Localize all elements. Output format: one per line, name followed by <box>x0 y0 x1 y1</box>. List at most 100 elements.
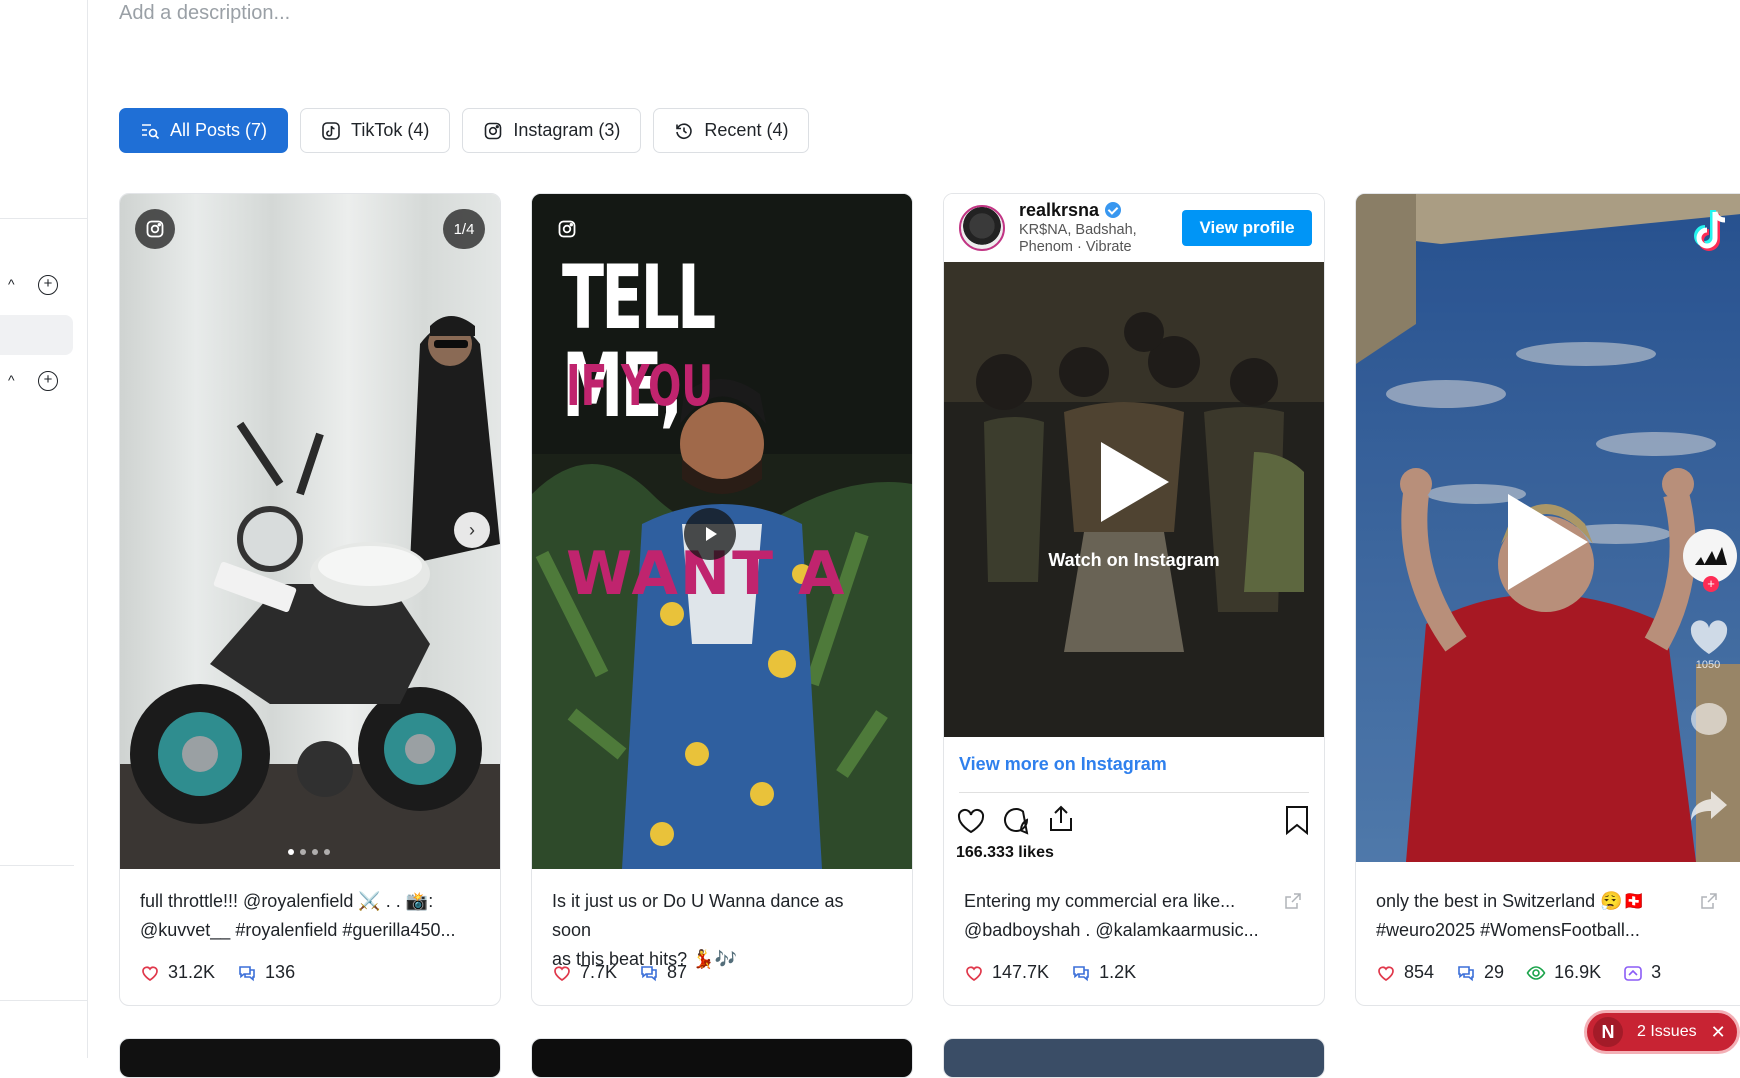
adidas-logo-icon <box>1695 547 1727 565</box>
share-icon <box>1624 965 1642 981</box>
profile-handle[interactable]: realkrsna <box>1019 200 1122 221</box>
post-media[interactable]: 1/4 › <box>120 194 500 869</box>
post-card[interactable]: TELL ME, IF YOU WANT A Is it just us or … <box>531 193 913 1006</box>
carousel-counter: 1/4 <box>443 209 485 249</box>
post-caption: Is it just us or Do U Wanna dance as soo… <box>552 887 882 974</box>
post-card[interactable] <box>119 1038 501 1078</box>
carousel-dot[interactable] <box>288 849 294 855</box>
caption-line: #weuro2025 #WomensFootball... <box>1376 920 1640 940</box>
post-stats: 854 29 16.9K 3 <box>1376 962 1661 983</box>
tiktok-logo-icon <box>1694 210 1726 251</box>
caption-line: @badboyshah . @kalamkaarmusic... <box>964 920 1259 940</box>
play-icon <box>706 527 717 541</box>
heart-icon <box>142 965 158 981</box>
issues-avatar: N <box>1593 1017 1623 1047</box>
likes-stat: 7.7K <box>552 962 617 983</box>
video-overlay-subtitle: IF YOU <box>566 354 714 419</box>
sidebar-active-item[interactable] <box>0 315 73 355</box>
post-card[interactable] <box>943 1038 1325 1078</box>
comments-stat: 87 <box>639 962 687 983</box>
comments-icon <box>239 965 255 981</box>
add-circle-icon[interactable]: + <box>38 275 58 295</box>
divider <box>959 792 1309 793</box>
sidebar-divider <box>0 1000 88 1001</box>
add-circle-icon[interactable]: + <box>38 371 58 391</box>
instagram-badge-icon <box>135 209 175 249</box>
tab-instagram[interactable]: Instagram (3) <box>462 108 642 153</box>
comment-icon[interactable] <box>1689 701 1729 739</box>
follow-plus-icon[interactable]: + <box>1703 576 1719 592</box>
caption-line: Entering my commercial era like... <box>964 891 1236 911</box>
embed-header: realkrsna KR$NA, Badshah, Phenom · Vibra… <box>944 194 1324 262</box>
tab-tiktok[interactable]: TikTok (4) <box>300 108 451 153</box>
instagram-badge-icon <box>547 209 587 249</box>
embed-video[interactable]: Watch on Instagram <box>944 262 1324 737</box>
tiktok-like-count: 1050 <box>1695 659 1721 671</box>
embed-actions <box>956 802 1312 838</box>
comment-icon[interactable] <box>1001 806 1031 836</box>
post-card[interactable]: 1/4 › full throttle!!! @royalenfield ⚔️ … <box>119 193 501 1006</box>
comments-icon <box>1458 965 1474 981</box>
post-card[interactable] <box>531 1038 913 1078</box>
likes-count: 147.7K <box>992 962 1050 982</box>
chevron-up-icon[interactable]: ^ <box>8 276 28 296</box>
sidebar: ^ + ^ + <box>0 0 88 1058</box>
profile-subtitle: KR$NA, Badshah, Phenom · Vibrate <box>1019 222 1137 255</box>
tab-all-posts[interactable]: All Posts (7) <box>119 108 289 153</box>
history-icon <box>676 122 693 139</box>
sidebar-section-2: ^ + <box>0 368 88 398</box>
comments-icon <box>641 965 657 981</box>
close-icon[interactable]: ✕ <box>1711 1022 1726 1043</box>
likes-count: 854 <box>1404 962 1435 982</box>
caption-line: only the best in Switzerland 😮‍💨🇨🇭 <box>1376 891 1645 911</box>
tiktok-icon <box>322 121 340 140</box>
comments-stat: 1.2K <box>1071 962 1136 983</box>
video-frame <box>944 262 1324 737</box>
bookmark-icon[interactable] <box>1282 804 1312 836</box>
post-media[interactable]: + 1050 <box>1356 194 1740 862</box>
carousel-next-button[interactable]: › <box>454 512 490 548</box>
comments-stat: 29 <box>1456 962 1504 983</box>
issues-label: 2 Issues <box>1637 1023 1697 1040</box>
carousel-dot[interactable] <box>324 849 330 855</box>
share-icon[interactable] <box>1046 804 1076 834</box>
eye-icon <box>1526 965 1546 980</box>
comments-count: 136 <box>265 962 296 982</box>
embed-likes: 166,333 likes <box>956 844 1054 857</box>
caption-line: Is it just us or Do U Wanna dance as soo… <box>552 891 844 940</box>
caption-line: @kuvvet__ #royalenfield #guerilla450... <box>140 920 456 940</box>
heart-icon <box>554 965 570 981</box>
tab-recent[interactable]: Recent (4) <box>653 108 810 153</box>
chevron-right-icon: › <box>469 519 475 540</box>
view-more-link[interactable]: View more on Instagram <box>959 754 1167 775</box>
avatar[interactable] <box>1683 529 1737 583</box>
carousel-dot[interactable] <box>312 849 318 855</box>
heart-icon[interactable] <box>1689 619 1729 657</box>
avatar[interactable] <box>959 205 1005 251</box>
comments-icon <box>1073 965 1089 981</box>
comments-stat: 136 <box>237 962 295 983</box>
likes-stat: 31.2K <box>140 962 215 983</box>
search-list-icon <box>142 123 160 139</box>
tab-label: TikTok (4) <box>351 120 430 140</box>
carousel-dot[interactable] <box>300 849 306 855</box>
play-button[interactable] <box>684 508 736 560</box>
sidebar-section-1: ^ + <box>0 272 88 302</box>
instagram-icon <box>485 122 502 139</box>
post-media[interactable]: TELL ME, IF YOU WANT A <box>532 194 912 869</box>
heart-icon <box>1378 965 1394 981</box>
post-stats: 147.7K 1.2K <box>964 962 1136 983</box>
post-stats: 31.2K 136 <box>140 962 295 983</box>
tab-label: Instagram (3) <box>513 120 621 140</box>
description-input[interactable]: Add a description... <box>119 2 290 25</box>
chevron-up-icon[interactable]: ^ <box>8 372 28 392</box>
post-card[interactable]: realkrsna KR$NA, Badshah, Phenom · Vibra… <box>943 193 1325 1006</box>
watch-on-instagram-label[interactable]: Watch on Instagram <box>944 550 1324 571</box>
tab-label: All Posts (7) <box>170 120 268 140</box>
likes-stat: 854 <box>1376 962 1434 983</box>
post-card[interactable]: + 1050 only the best in Switzerland 😮‍💨🇨… <box>1355 193 1740 1006</box>
view-profile-button[interactable]: View profile <box>1182 210 1312 246</box>
heart-icon[interactable] <box>956 806 986 836</box>
share-icon[interactable] <box>1689 789 1729 823</box>
issues-badge[interactable]: N 2 Issues ✕ <box>1584 1010 1740 1054</box>
